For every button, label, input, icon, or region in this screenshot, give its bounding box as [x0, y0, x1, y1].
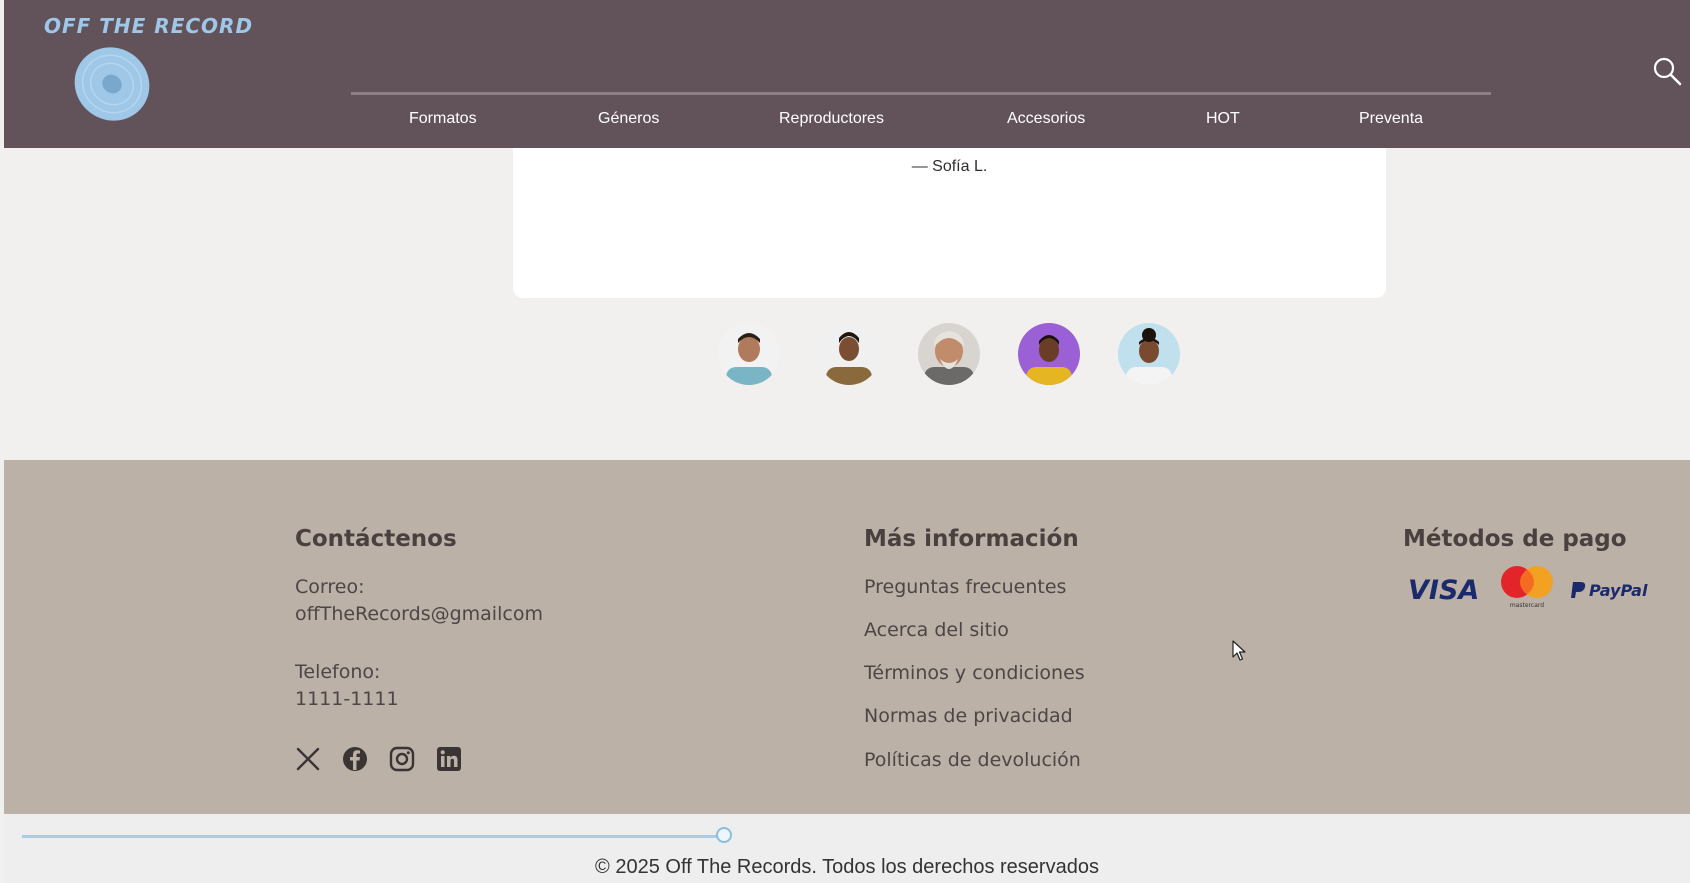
- person-avatar-icon: [918, 323, 980, 385]
- link-returns[interactable]: Políticas de devolución: [864, 749, 1081, 771]
- link-about[interactable]: Acerca del sitio: [864, 619, 1009, 641]
- link-terms[interactable]: Términos y condiciones: [864, 662, 1085, 684]
- paypal-label: PayPal: [1589, 581, 1648, 600]
- nav-reproductores[interactable]: Reproductores: [779, 110, 884, 128]
- testimonial-card: — Sofía L.: [513, 148, 1386, 298]
- copyright-text: © 2025 Off The Records. Todos los derech…: [595, 856, 1099, 878]
- link-privacy[interactable]: Normas de privacidad: [864, 705, 1073, 727]
- mouse-cursor-icon: [1232, 640, 1246, 661]
- nav-hot[interactable]: HOT: [1206, 110, 1240, 128]
- site-logo[interactable]: OFF THE RECORD: [44, 14, 252, 124]
- nav-accesorios[interactable]: Accesorios: [1007, 110, 1085, 128]
- instagram-icon[interactable]: [389, 746, 415, 772]
- info-title: Más información: [864, 526, 1079, 552]
- testimonial-author: — Sofía L.: [911, 158, 988, 175]
- nav-preventa[interactable]: Preventa: [1359, 110, 1423, 128]
- avatar[interactable]: [1118, 323, 1180, 385]
- site-header: OFF THE RECORD Formatos Géneros Reproduc…: [4, 0, 1690, 148]
- nav-divider: [351, 92, 1491, 95]
- link-faq[interactable]: Preguntas frecuentes: [864, 576, 1066, 598]
- email-label: Correo:: [295, 576, 365, 598]
- mastercard-icon: mastercard: [1501, 566, 1553, 609]
- person-avatar-icon: [1118, 323, 1180, 385]
- visa-icon: VISA: [1408, 575, 1479, 605]
- bottom-bar: © 2025 Off The Records. Todos los derech…: [4, 814, 1690, 883]
- main-nav: Formatos Géneros Reproductores Accesorio…: [4, 110, 1690, 138]
- person-avatar-icon: [718, 323, 780, 385]
- search-icon[interactable]: [1652, 56, 1682, 86]
- video-progress-track[interactable]: [22, 835, 727, 838]
- phone-value: 1111-1111: [295, 688, 399, 710]
- phone-label: Telefono:: [295, 661, 381, 683]
- contact-title: Contáctenos: [295, 526, 457, 552]
- person-avatar-icon: [818, 323, 880, 385]
- avatar[interactable]: [718, 323, 780, 385]
- avatar[interactable]: [818, 323, 880, 385]
- person-avatar-icon: [1018, 323, 1080, 385]
- mastercard-label: mastercard: [1510, 602, 1544, 609]
- site-footer: Contáctenos Correo: offTheRecords@gmailc…: [4, 460, 1690, 814]
- visa-label: VISA: [1408, 575, 1479, 605]
- video-progress-handle[interactable]: [716, 827, 732, 843]
- nav-formatos[interactable]: Formatos: [409, 110, 477, 128]
- email-value[interactable]: offTheRecords@gmailcom: [295, 603, 543, 625]
- avatar[interactable]: [1018, 323, 1080, 385]
- nav-generos[interactable]: Géneros: [598, 110, 659, 128]
- facebook-icon[interactable]: [342, 746, 368, 772]
- linkedin-icon[interactable]: [436, 746, 462, 772]
- paypal-icon: PayPal: [1571, 581, 1648, 600]
- avatar[interactable]: [918, 323, 980, 385]
- logo-text: OFF THE RECORD: [44, 14, 254, 38]
- payment-title: Métodos de pago: [1403, 526, 1627, 552]
- x-icon[interactable]: [295, 746, 321, 772]
